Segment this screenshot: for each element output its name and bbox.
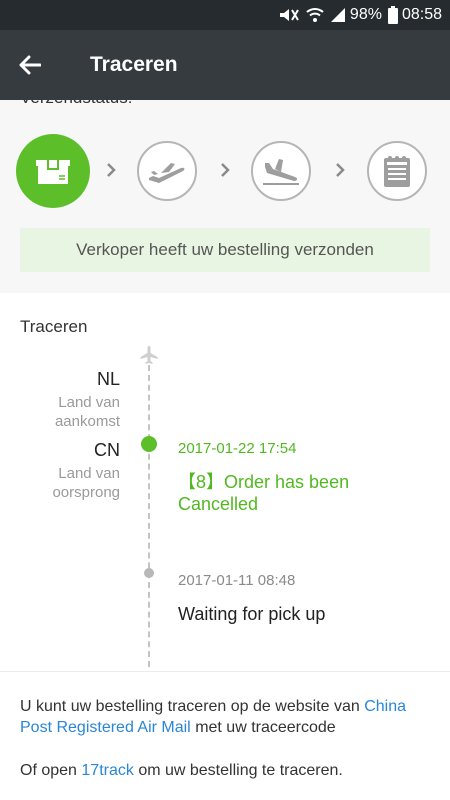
step-shipped [16, 134, 90, 208]
timeline-dot [144, 568, 154, 578]
destination-code: NL [96, 369, 120, 389]
signal-icon [330, 7, 346, 23]
event-description: 【8】Order has been Cancelled [178, 472, 350, 514]
info-line1-suffix: met uw traceercode [195, 719, 336, 736]
step-departed [137, 141, 197, 201]
back-button[interactable] [0, 30, 60, 100]
page-title: Traceren [90, 53, 178, 76]
package-icon [36, 160, 70, 184]
tracking-section: Traceren NL Land van aankomst CN Land va… [0, 293, 450, 671]
mute-icon [278, 6, 300, 24]
wifi-icon [306, 6, 324, 24]
info-line2-suffix: om uw bestelling te traceren. [138, 762, 343, 779]
origin-country: CN Land van oorsprong [40, 440, 120, 502]
chevron-right-icon [104, 160, 118, 180]
event-time: 2017-01-22 17:54 [178, 440, 297, 457]
info-app-text: Of open 17track om uw bestelling te trac… [20, 760, 440, 781]
destination-label: Land van aankomst [54, 394, 120, 430]
status-bar: 98% 08:58 [0, 0, 450, 30]
chevron-right-icon [218, 160, 232, 180]
battery-percent: 98% [349, 6, 382, 23]
step-delivered [367, 141, 427, 201]
chevron-right-icon [333, 160, 347, 180]
battery-icon [387, 6, 398, 24]
shipping-status-banner: Verkoper heeft uw bestelling verzonden [20, 228, 430, 272]
tracking-title: Traceren [20, 317, 88, 336]
17track-link[interactable]: 17track [81, 762, 133, 779]
plane-landing-icon [263, 159, 299, 185]
destination-country: NL Land van aankomst [40, 369, 120, 431]
step-arrived [251, 141, 311, 201]
app-bar: Traceren [0, 30, 450, 100]
event-description: Waiting for pick up [178, 604, 326, 624]
info-carrier-text: U kunt uw bestelling traceren op de webs… [20, 696, 440, 738]
shipping-status-section: Verzendstatus: Verkoper heeft uw bestell… [0, 100, 450, 293]
plane-icon [139, 345, 159, 365]
tracking-info-section: U kunt uw bestelling traceren op de webs… [0, 671, 450, 800]
info-line1-prefix: U kunt uw bestelling traceren op de webs… [20, 698, 360, 715]
origin-label: Land van oorsprong [52, 465, 120, 501]
clock: 08:58 [401, 6, 442, 23]
timeline-dot-latest [141, 436, 157, 452]
event-time: 2017-01-11 08:48 [178, 572, 296, 589]
shipping-status-heading: Verzendstatus: [20, 100, 132, 108]
timeline-line [148, 365, 150, 667]
arrow-left-icon [19, 55, 41, 75]
tracking-event: 2017-01-22 17:54 【8】Order has been Cance… [178, 440, 438, 515]
plane-takeoff-icon [149, 163, 185, 183]
origin-code: CN [94, 440, 120, 460]
tracking-event: 2017-01-11 08:48 Waiting for pick up [178, 572, 438, 625]
notepad-icon [384, 156, 410, 187]
info-line2-prefix: Of open [20, 762, 77, 779]
